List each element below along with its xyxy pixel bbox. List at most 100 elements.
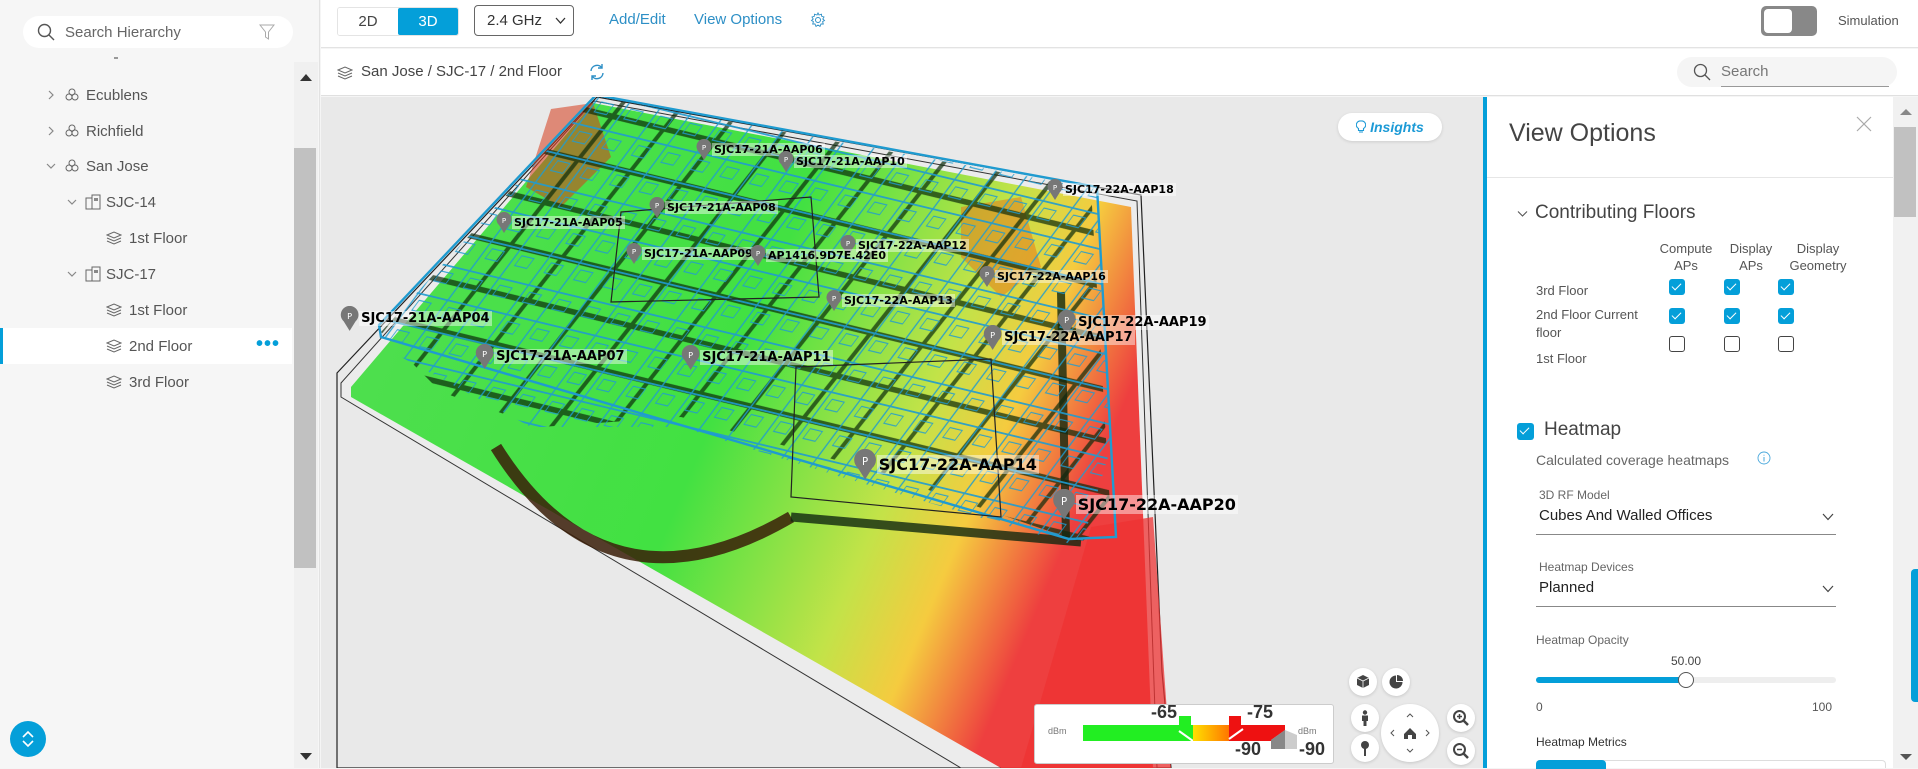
ap-pin-icon[interactable]: P xyxy=(680,345,701,371)
hierarchy-search-input[interactable]: Search Hierarchy xyxy=(23,16,293,48)
navigation-pad[interactable] xyxy=(1381,704,1439,762)
simulation-toggle[interactable] xyxy=(1761,6,1817,36)
refresh-icon[interactable] xyxy=(588,63,606,81)
tree-item-sjc-14[interactable]: SJC-14 xyxy=(0,184,292,220)
view-3d-button[interactable]: 3D xyxy=(398,8,458,35)
checkbox-compute-aps[interactable] xyxy=(1669,336,1685,352)
gear-icon[interactable] xyxy=(810,12,826,28)
scrollbar-thumb[interactable] xyxy=(294,148,316,568)
insights-button[interactable]: Insights xyxy=(1338,113,1442,141)
ap-label[interactable]: SJC17-22A-AAP17 xyxy=(1002,330,1135,345)
checkbox-display-aps[interactable] xyxy=(1724,336,1740,352)
chevron-down-icon[interactable] xyxy=(45,160,57,172)
ap-pin-icon[interactable]: P xyxy=(495,212,513,234)
view-options-link[interactable]: View Options xyxy=(694,11,782,28)
heatmap-devices-select[interactable]: Planned xyxy=(1536,575,1836,605)
filter-icon[interactable] xyxy=(259,24,275,40)
view-2d-button[interactable]: 2D xyxy=(338,8,398,35)
ap-pin-icon[interactable]: P xyxy=(1046,179,1064,201)
ap-label[interactable]: SJC17-21A-AAP05 xyxy=(512,216,625,229)
person-view-button[interactable] xyxy=(1351,704,1379,732)
ap-pin-icon[interactable]: P xyxy=(695,139,713,161)
ap-pin-icon[interactable]: P xyxy=(852,449,878,481)
pie-chart-button[interactable] xyxy=(1382,668,1410,696)
checkbox-display-aps[interactable] xyxy=(1724,308,1740,324)
3d-cube-button[interactable] xyxy=(1349,668,1377,696)
ap-pin-icon[interactable]: P xyxy=(777,151,795,173)
zoom-out-button[interactable] xyxy=(1447,737,1475,765)
panel-edge-tab[interactable] xyxy=(1911,569,1918,702)
ap-label[interactable]: SJC17-21A-AAP07 xyxy=(494,349,627,364)
floor-map-3d[interactable]: P SJC17-21A-AAP06 P SJC17-21A-AAP10 P SJC17-2… xyxy=(321,97,1483,768)
chevron-down-icon[interactable] xyxy=(66,268,78,280)
ap-pin-icon[interactable]: P xyxy=(978,266,996,288)
band-select[interactable]: 2.4 GHz xyxy=(474,5,574,36)
ap-label[interactable]: SJC17-22A-AAP16 xyxy=(995,270,1108,283)
heatmap-metrics-tabs[interactable] xyxy=(1536,760,1886,769)
sidebar-scrollbar[interactable] xyxy=(294,62,318,768)
ap-pin-icon[interactable]: P xyxy=(625,243,643,265)
expand-collapse-button[interactable] xyxy=(10,721,46,757)
ap-label[interactable]: SJC17-21A-AAP09 xyxy=(642,247,755,260)
chevron-right-icon[interactable] xyxy=(45,89,57,101)
checkbox-display-geometry[interactable] xyxy=(1778,336,1794,352)
ap-pin-icon[interactable]: P xyxy=(749,245,767,267)
zoom-in-button[interactable] xyxy=(1447,704,1475,732)
contributing-floors-title[interactable]: Contributing Floors xyxy=(1535,202,1696,224)
ap-label[interactable]: SJC17-21A-AAP04 xyxy=(359,311,492,326)
slider-handle[interactable] xyxy=(1678,672,1694,688)
floor-heatmap-canvas[interactable] xyxy=(321,97,1483,768)
breadcrumb[interactable]: San Jose / SJC-17 / 2nd Floor xyxy=(361,63,562,80)
ap-label[interactable]: SJC17-22A-AAP13 xyxy=(842,294,955,307)
tree-item-richfield[interactable]: Richfield xyxy=(0,113,292,149)
more-options-icon[interactable]: ••• xyxy=(256,334,280,354)
scroll-down-arrow-icon[interactable] xyxy=(1900,754,1912,760)
view-options-scrollbar[interactable] xyxy=(1893,97,1918,768)
ap-label[interactable]: SJC17-21A-AAP08 xyxy=(665,201,778,214)
checkbox-compute-aps[interactable] xyxy=(1669,308,1685,324)
add-edit-link[interactable]: Add/Edit xyxy=(609,11,666,28)
ap-label[interactable]: SJC17-22A-AAP20 xyxy=(1075,495,1238,514)
ap-pin-icon[interactable]: P xyxy=(339,306,360,332)
location-pin-button[interactable] xyxy=(1351,734,1379,762)
scroll-up-arrow-icon[interactable] xyxy=(1900,109,1912,115)
chevron-right-icon[interactable] xyxy=(45,125,57,137)
ap-pin-icon[interactable]: P xyxy=(474,344,495,370)
ap-pin-icon[interactable]: P xyxy=(982,325,1003,351)
scroll-down-arrow-icon[interactable] xyxy=(300,753,312,760)
tree-item-sjc-17-2nd-floor[interactable]: 2nd Floor ••• xyxy=(0,328,292,364)
tree-item-sjc-17-1st-floor[interactable]: 1st Floor xyxy=(0,292,292,328)
tree-item-san-jose[interactable]: San Jose xyxy=(0,148,292,184)
ap-pin-icon[interactable]: P xyxy=(825,290,843,312)
checkbox-display-geometry[interactable] xyxy=(1778,279,1794,295)
ap-label[interactable]: SJC17-21A-AAP10 xyxy=(794,155,907,168)
ap-label[interactable]: SJC17-22A-AAP18 xyxy=(1063,183,1176,196)
tree-item-sjc-17-3rd-floor[interactable]: 3rd Floor xyxy=(0,364,292,400)
ap-label[interactable]: SJC17-21A-AAP11 xyxy=(700,350,833,365)
chevron-down-icon[interactable] xyxy=(66,196,78,208)
close-icon[interactable] xyxy=(1855,115,1873,133)
info-icon[interactable] xyxy=(1757,451,1771,465)
heatmap-opacity-slider[interactable] xyxy=(1536,672,1836,688)
tree-item-label: Ecublens xyxy=(86,86,148,104)
ap-label[interactable]: SJC17-22A-AAP14 xyxy=(876,455,1039,474)
ap-pin-icon[interactable]: P xyxy=(1051,489,1077,521)
tree-item-ecublens[interactable]: Ecublens xyxy=(0,77,292,113)
rf-model-select[interactable]: Cubes And Walled Offices xyxy=(1536,503,1836,533)
map-search-input[interactable]: Search xyxy=(1677,57,1897,87)
heatmap-checkbox[interactable] xyxy=(1517,423,1534,440)
tree-item-sjc-14-1st-floor[interactable]: 1st Floor xyxy=(0,220,292,256)
checkbox-compute-aps[interactable] xyxy=(1669,279,1685,295)
ap-label[interactable]: AP1416.9D7E.42E0 xyxy=(766,249,888,262)
scroll-up-arrow-icon[interactable] xyxy=(300,74,312,81)
checkbox-display-aps[interactable] xyxy=(1724,279,1740,295)
chevron-down-icon[interactable] xyxy=(1517,210,1528,218)
svg-text:P: P xyxy=(347,311,352,321)
scrollbar-thumb[interactable] xyxy=(1894,127,1916,217)
svg-text:P: P xyxy=(1064,315,1069,325)
checkbox-display-geometry[interactable] xyxy=(1778,308,1794,324)
tree-item-sjc-17[interactable]: SJC-17 xyxy=(0,256,292,292)
svg-text:P: P xyxy=(990,330,995,340)
ap-label[interactable]: SJC17-22A-AAP19 xyxy=(1076,315,1209,330)
ap-pin-icon[interactable]: P xyxy=(648,197,666,219)
